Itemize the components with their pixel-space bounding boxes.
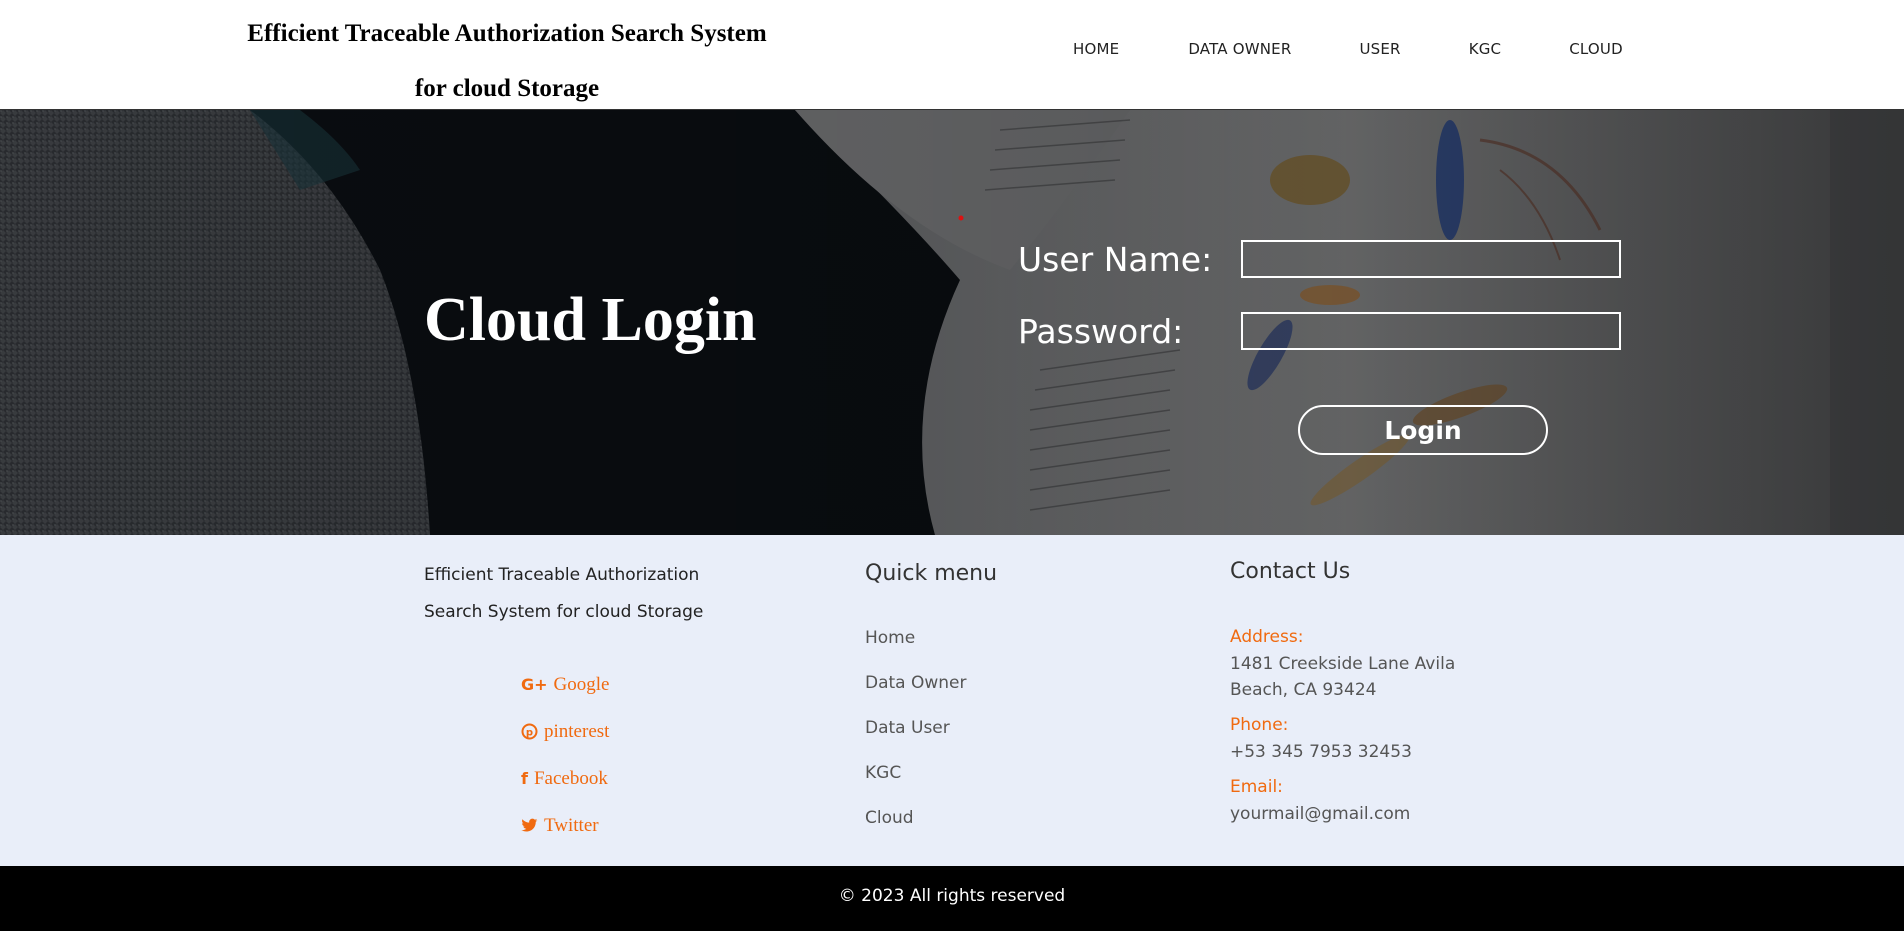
quick-menu-home-link[interactable]: Home: [865, 628, 967, 673]
main-nav: HOME DATA OWNER USER KGC CLOUD: [1073, 40, 1623, 58]
password-input[interactable]: [1241, 312, 1621, 350]
footer-about-text: Efficient Traceable Authorization Search…: [424, 557, 744, 631]
quick-menu-title: Quick menu: [865, 561, 998, 586]
email-label: Email:: [1230, 777, 1283, 797]
social-links: G+ Google p pinterest f Facebook Twitter: [521, 661, 609, 849]
username-label: User Name:: [1018, 240, 1213, 279]
nav-data-owner-link[interactable]: DATA OWNER: [1188, 40, 1291, 58]
address-line2: Beach, CA 93424: [1230, 680, 1377, 700]
social-pinterest-label: pinterest: [544, 720, 610, 742]
contact-title: Contact Us: [1230, 559, 1351, 584]
social-pinterest-link[interactable]: p pinterest: [521, 708, 609, 755]
site-header: Efficient Traceable Authorization Search…: [0, 0, 1904, 110]
nav-kgc-link[interactable]: KGC: [1469, 40, 1502, 58]
contact-address: Address: 1481 Creekside Lane Avila Beach…: [1230, 627, 1490, 703]
nav-cloud-link[interactable]: CLOUD: [1569, 40, 1623, 58]
contact-phone: Phone: +53 345 7953 32453: [1230, 715, 1490, 765]
social-google-label: Google: [553, 673, 610, 695]
quick-menu-kgc-link[interactable]: KGC: [865, 763, 967, 808]
quick-menu-data-user-link[interactable]: Data User: [865, 718, 967, 763]
page-title: Cloud Login: [424, 286, 757, 354]
social-facebook-label: Facebook: [533, 767, 608, 789]
facebook-icon: f: [521, 769, 528, 788]
email-value: yourmail@gmail.com: [1230, 804, 1411, 824]
address-label: Address:: [1230, 627, 1304, 647]
pinterest-icon: p: [521, 723, 538, 740]
phone-value: +53 345 7953 32453: [1230, 742, 1412, 762]
social-facebook-link[interactable]: f Facebook: [521, 755, 609, 802]
login-button[interactable]: Login: [1298, 405, 1548, 455]
social-twitter-label: Twitter: [544, 814, 599, 836]
address-line1: 1481 Creekside Lane Avila: [1230, 654, 1456, 674]
social-twitter-link[interactable]: Twitter: [521, 802, 609, 849]
phone-label: Phone:: [1230, 715, 1289, 735]
twitter-icon: [521, 818, 538, 833]
login-hero: Cloud Login User Name: Password: Login: [0, 110, 1904, 535]
password-label: Password:: [1018, 312, 1184, 351]
site-title-line2: for cloud Storage: [414, 75, 600, 102]
google-plus-icon: G+: [521, 675, 548, 694]
site-title: Efficient Traceable Authorization Search…: [218, 6, 796, 116]
footer-about-line2: Search System for cloud Storage: [424, 602, 704, 622]
quick-menu-cloud-link[interactable]: Cloud: [865, 808, 967, 853]
nav-user-link[interactable]: USER: [1359, 40, 1400, 58]
copyright-text: © 2023 All rights reserved: [838, 885, 1066, 906]
contact-email: Email: yourmail@gmail.com: [1230, 777, 1490, 827]
social-google-link[interactable]: G+ Google: [521, 661, 609, 708]
quick-menu-data-owner-link[interactable]: Data Owner: [865, 673, 967, 718]
site-title-line1: Efficient Traceable Authorization Search…: [247, 20, 767, 47]
copyright-bar: © 2023 All rights reserved: [0, 866, 1904, 931]
footer-about-line1: Efficient Traceable Authorization: [424, 565, 700, 585]
site-footer: Efficient Traceable Authorization Search…: [0, 535, 1904, 866]
nav-home-link[interactable]: HOME: [1073, 40, 1119, 58]
username-input[interactable]: [1241, 240, 1621, 278]
quick-menu: Home Data Owner Data User KGC Cloud: [865, 628, 967, 853]
svg-text:p: p: [526, 728, 533, 739]
